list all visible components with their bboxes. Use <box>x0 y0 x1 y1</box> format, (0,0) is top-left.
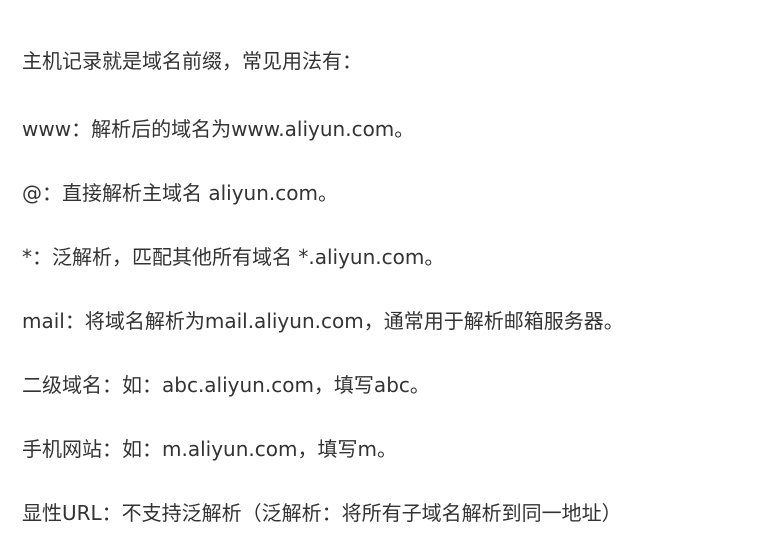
explicit-url-record-description: 显性URL：不支持泛解析（泛解析：将所有子域名解析到同一地址） <box>22 501 622 525</box>
intro-text: 主机记录就是域名前缀，常见用法有： <box>22 49 362 73</box>
at-record-description: @：直接解析主域名 aliyun.com。 <box>22 181 338 205</box>
subdomain-record-description: 二级域名：如：abc.aliyun.com，填写abc。 <box>22 373 430 397</box>
mail-record-description: mail：将域名解析为mail.aliyun.com，通常用于解析邮箱服务器。 <box>22 309 624 333</box>
mobile-site-record-description: 手机网站：如：m.aliyun.com，填写m。 <box>22 437 397 461</box>
www-record-description: www：解析后的域名为www.aliyun.com。 <box>22 117 415 141</box>
document-page: 主机记录就是域名前缀，常见用法有： www：解析后的域名为www.aliyun.… <box>0 0 766 551</box>
wildcard-record-description: *：泛解析，匹配其他所有域名 *.aliyun.com。 <box>22 245 445 269</box>
